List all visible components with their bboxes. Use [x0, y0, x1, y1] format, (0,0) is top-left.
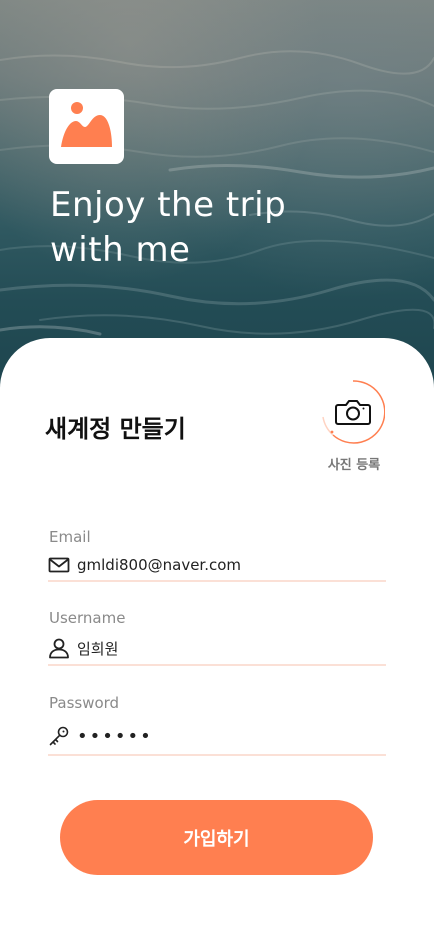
username-input[interactable]	[77, 633, 377, 663]
camera-icon	[322, 380, 385, 444]
password-input[interactable]	[77, 721, 377, 751]
email-label: Email	[49, 528, 91, 546]
password-label: Password	[49, 694, 120, 712]
email-field-group: Email	[48, 528, 386, 584]
signup-button[interactable]: 가입하기	[60, 800, 373, 875]
user-icon	[49, 638, 69, 659]
email-row	[48, 550, 386, 580]
username-row	[48, 633, 386, 663]
username-field-group: Username	[48, 609, 386, 667]
email-input[interactable]	[77, 550, 377, 580]
hero-title-line-1: Enjoy the trip	[50, 185, 287, 225]
mail-icon	[48, 557, 70, 573]
email-underline	[48, 580, 386, 582]
password-row	[48, 721, 386, 751]
hero-title: Enjoy the trip with me	[50, 183, 286, 273]
photo-upload-button[interactable]	[321, 380, 385, 444]
password-underline	[48, 754, 386, 756]
password-field-group: Password	[48, 694, 386, 758]
username-underline	[48, 664, 386, 666]
photo-upload-label: 사진 등록	[327, 458, 381, 473]
page-title: 새계정 만들기	[45, 415, 186, 443]
username-label: Username	[49, 609, 126, 627]
app-logo	[49, 89, 124, 164]
hero-title-line-2: with me	[50, 230, 191, 270]
mountain-picture-icon	[61, 102, 112, 147]
key-icon	[49, 726, 69, 746]
